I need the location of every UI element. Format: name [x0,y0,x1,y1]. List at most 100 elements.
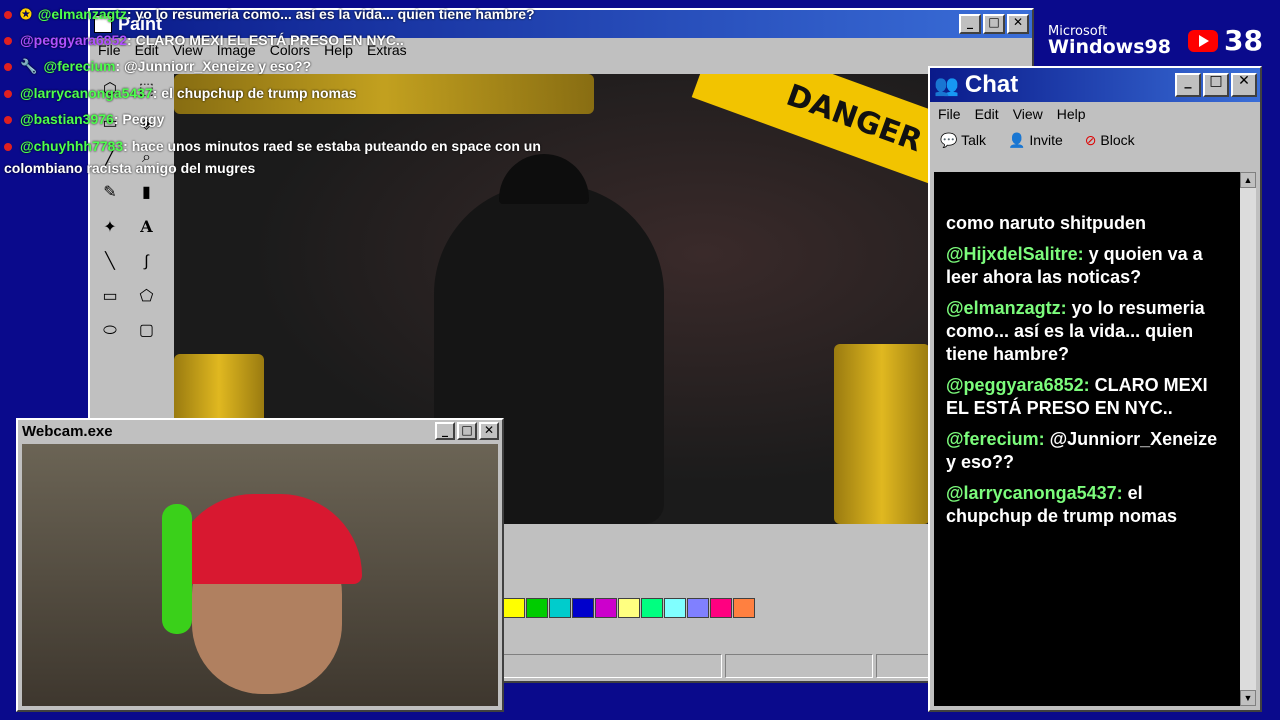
block-label: Block [1100,132,1135,148]
polygon-icon: ⬠ [139,287,154,305]
overlay-text: : hace unos minutos raed se estaba putea… [123,138,541,154]
menu-view[interactable]: View [1013,106,1043,122]
scroll-down-icon[interactable]: ▼ [1240,690,1256,706]
talk-button[interactable]: 💬 Talk [940,132,986,149]
overlay-username: @bastian3976 [20,111,114,127]
invite-button[interactable]: 👤 Invite [1008,132,1063,149]
minimize-button[interactable]: _ [435,422,455,440]
palette-swatch[interactable] [664,598,686,618]
chat-toolbar: 💬 Talk 👤 Invite ⊘ Block [930,126,1260,155]
maximize-icon: □ [988,15,1000,29]
menu-file[interactable]: File [938,106,961,122]
maximize-button[interactable]: □ [983,14,1005,34]
chat-message: @larrycanonga5437: el chupchup de trump … [934,482,1240,528]
scroll-up-icon[interactable]: ▲ [1240,172,1256,188]
polygon-tool[interactable]: ⬠ [132,282,160,310]
overlay-text: : Peggy [113,111,165,127]
curve-tool[interactable]: ∫ [132,248,160,276]
windows-label: Windows98 [1048,36,1171,58]
curve-icon: ∫ [144,252,149,270]
color-palette [503,598,755,618]
chat-message: @peggyara6852: CLARO MEXI EL ESTÁ PRESO … [934,374,1240,420]
rounded-rect-tool[interactable]: ▢ [132,316,160,344]
palette-swatch[interactable] [733,598,755,618]
pencil-tool[interactable]: ✎ [96,178,124,206]
text-tool[interactable]: A [132,212,160,240]
chat-username: @ferecium: [946,429,1045,449]
palette-swatch[interactable] [641,598,663,618]
palette-swatch[interactable] [687,598,709,618]
webcam-titlebar[interactable]: Webcam.exe _ □ ✕ [18,420,502,442]
ellipse-tool[interactable]: ⬭ [96,317,124,345]
wrench-icon: 🔧 [20,58,38,74]
pencil-icon: ✎ [103,184,117,201]
chat-message: como naruto shitpuden [934,212,1240,235]
palette-swatch[interactable] [595,598,617,618]
invite-label: Invite [1029,132,1063,148]
minimize-button[interactable]: _ [1175,73,1201,97]
barrel-right [834,344,930,524]
ellipse-icon: ⬭ [103,321,117,339]
close-icon: ✕ [1012,15,1024,29]
minimize-icon: _ [1184,73,1192,89]
text-icon: A [140,216,153,236]
chat-people-icon: 👥 [934,74,959,97]
brush-icon: ▮ [142,184,151,201]
menu-help[interactable]: Help [1057,106,1086,122]
brush-tool[interactable]: ▮ [132,178,160,206]
line-tool[interactable]: ╲ [96,247,124,275]
webcam-title: Webcam.exe [22,422,113,440]
windows98-logo: Microsoft Windows98 [1048,24,1171,58]
overlay-chat-line: colombiano racista amigo del mugres [4,160,255,176]
overlay-text: : yo lo resumeria como... así es la vida… [126,6,535,22]
palette-swatch[interactable] [526,598,548,618]
overlay-text: : el chupchup de trump nomas [152,85,357,101]
chat-message: @HijxdelSalitre: y quoien va a leer ahor… [934,243,1240,289]
green-headphones [162,504,192,634]
chat-scrollbar[interactable]: ▲ ▼ [1240,172,1256,706]
talk-label: Talk [961,132,986,148]
close-button[interactable]: ✕ [479,422,499,440]
youtube-dot-icon [4,143,12,151]
overlay-username: @chuyhhh7783 [20,138,124,154]
youtube-dot-icon [4,37,12,45]
overlay-username: @elmanzagtz [37,6,127,22]
youtube-icon [1188,30,1218,52]
overlay-chat-line: @bastian3976: Peggy [4,111,164,127]
minimize-button[interactable]: _ [959,14,981,34]
menu-edit[interactable]: Edit [975,106,999,122]
palette-swatch[interactable] [572,598,594,618]
chat-message-list[interactable]: como naruto shitpuden @HijxdelSalitre: y… [934,172,1240,706]
invite-icon: 👤 [1007,132,1026,148]
youtube-dot-icon [4,116,12,124]
webcam-feed [22,444,498,706]
close-button[interactable]: ✕ [1231,73,1257,97]
overlay-chat-line: @larrycanonga5437: el chupchup de trump … [4,85,357,101]
overlay-text: : @Junniorr_Xeneize y eso?? [115,58,312,74]
palette-swatch[interactable] [710,598,732,618]
maximize-button[interactable]: □ [457,422,477,440]
rectangle-tool[interactable]: ▭ [96,282,124,310]
palette-swatch[interactable] [549,598,571,618]
overlay-username: @peggyara6852 [20,32,128,48]
youtube-dot-icon [4,11,12,19]
overlay-text: : CLARO MEXI EL ESTÁ PRESO EN NYC.. [127,32,404,48]
chat-titlebar[interactable]: 👥 Chat _ □ ✕ [930,68,1260,102]
overlay-username: @ferecium [43,58,116,74]
chat-menubar: File Edit View Help [930,102,1260,126]
talk-icon: 💬 [940,132,958,148]
close-button[interactable]: ✕ [1007,14,1029,34]
airbrush-icon: ✦ [103,218,117,236]
airbrush-tool[interactable]: ✦ [96,213,124,241]
youtube-dot-icon [4,63,12,71]
overlay-chat-line: @chuyhhh7783: hace unos minutos raed se … [4,138,541,154]
status-panel-main [503,654,722,678]
chat-username: @larrycanonga5437: [946,483,1123,503]
palette-swatch[interactable] [618,598,640,618]
maximize-button[interactable]: □ [1203,73,1229,97]
chat-username: @elmanzagtz: [946,298,1067,318]
chat-message: @ferecium: @Junniorr_Xeneize y eso?? [934,428,1240,474]
overlay-chat-line: @peggyara6852: CLARO MEXI EL ESTÁ PRESO … [4,32,404,48]
block-button[interactable]: ⊘ Block [1085,132,1135,149]
palette-swatch[interactable] [503,598,525,618]
